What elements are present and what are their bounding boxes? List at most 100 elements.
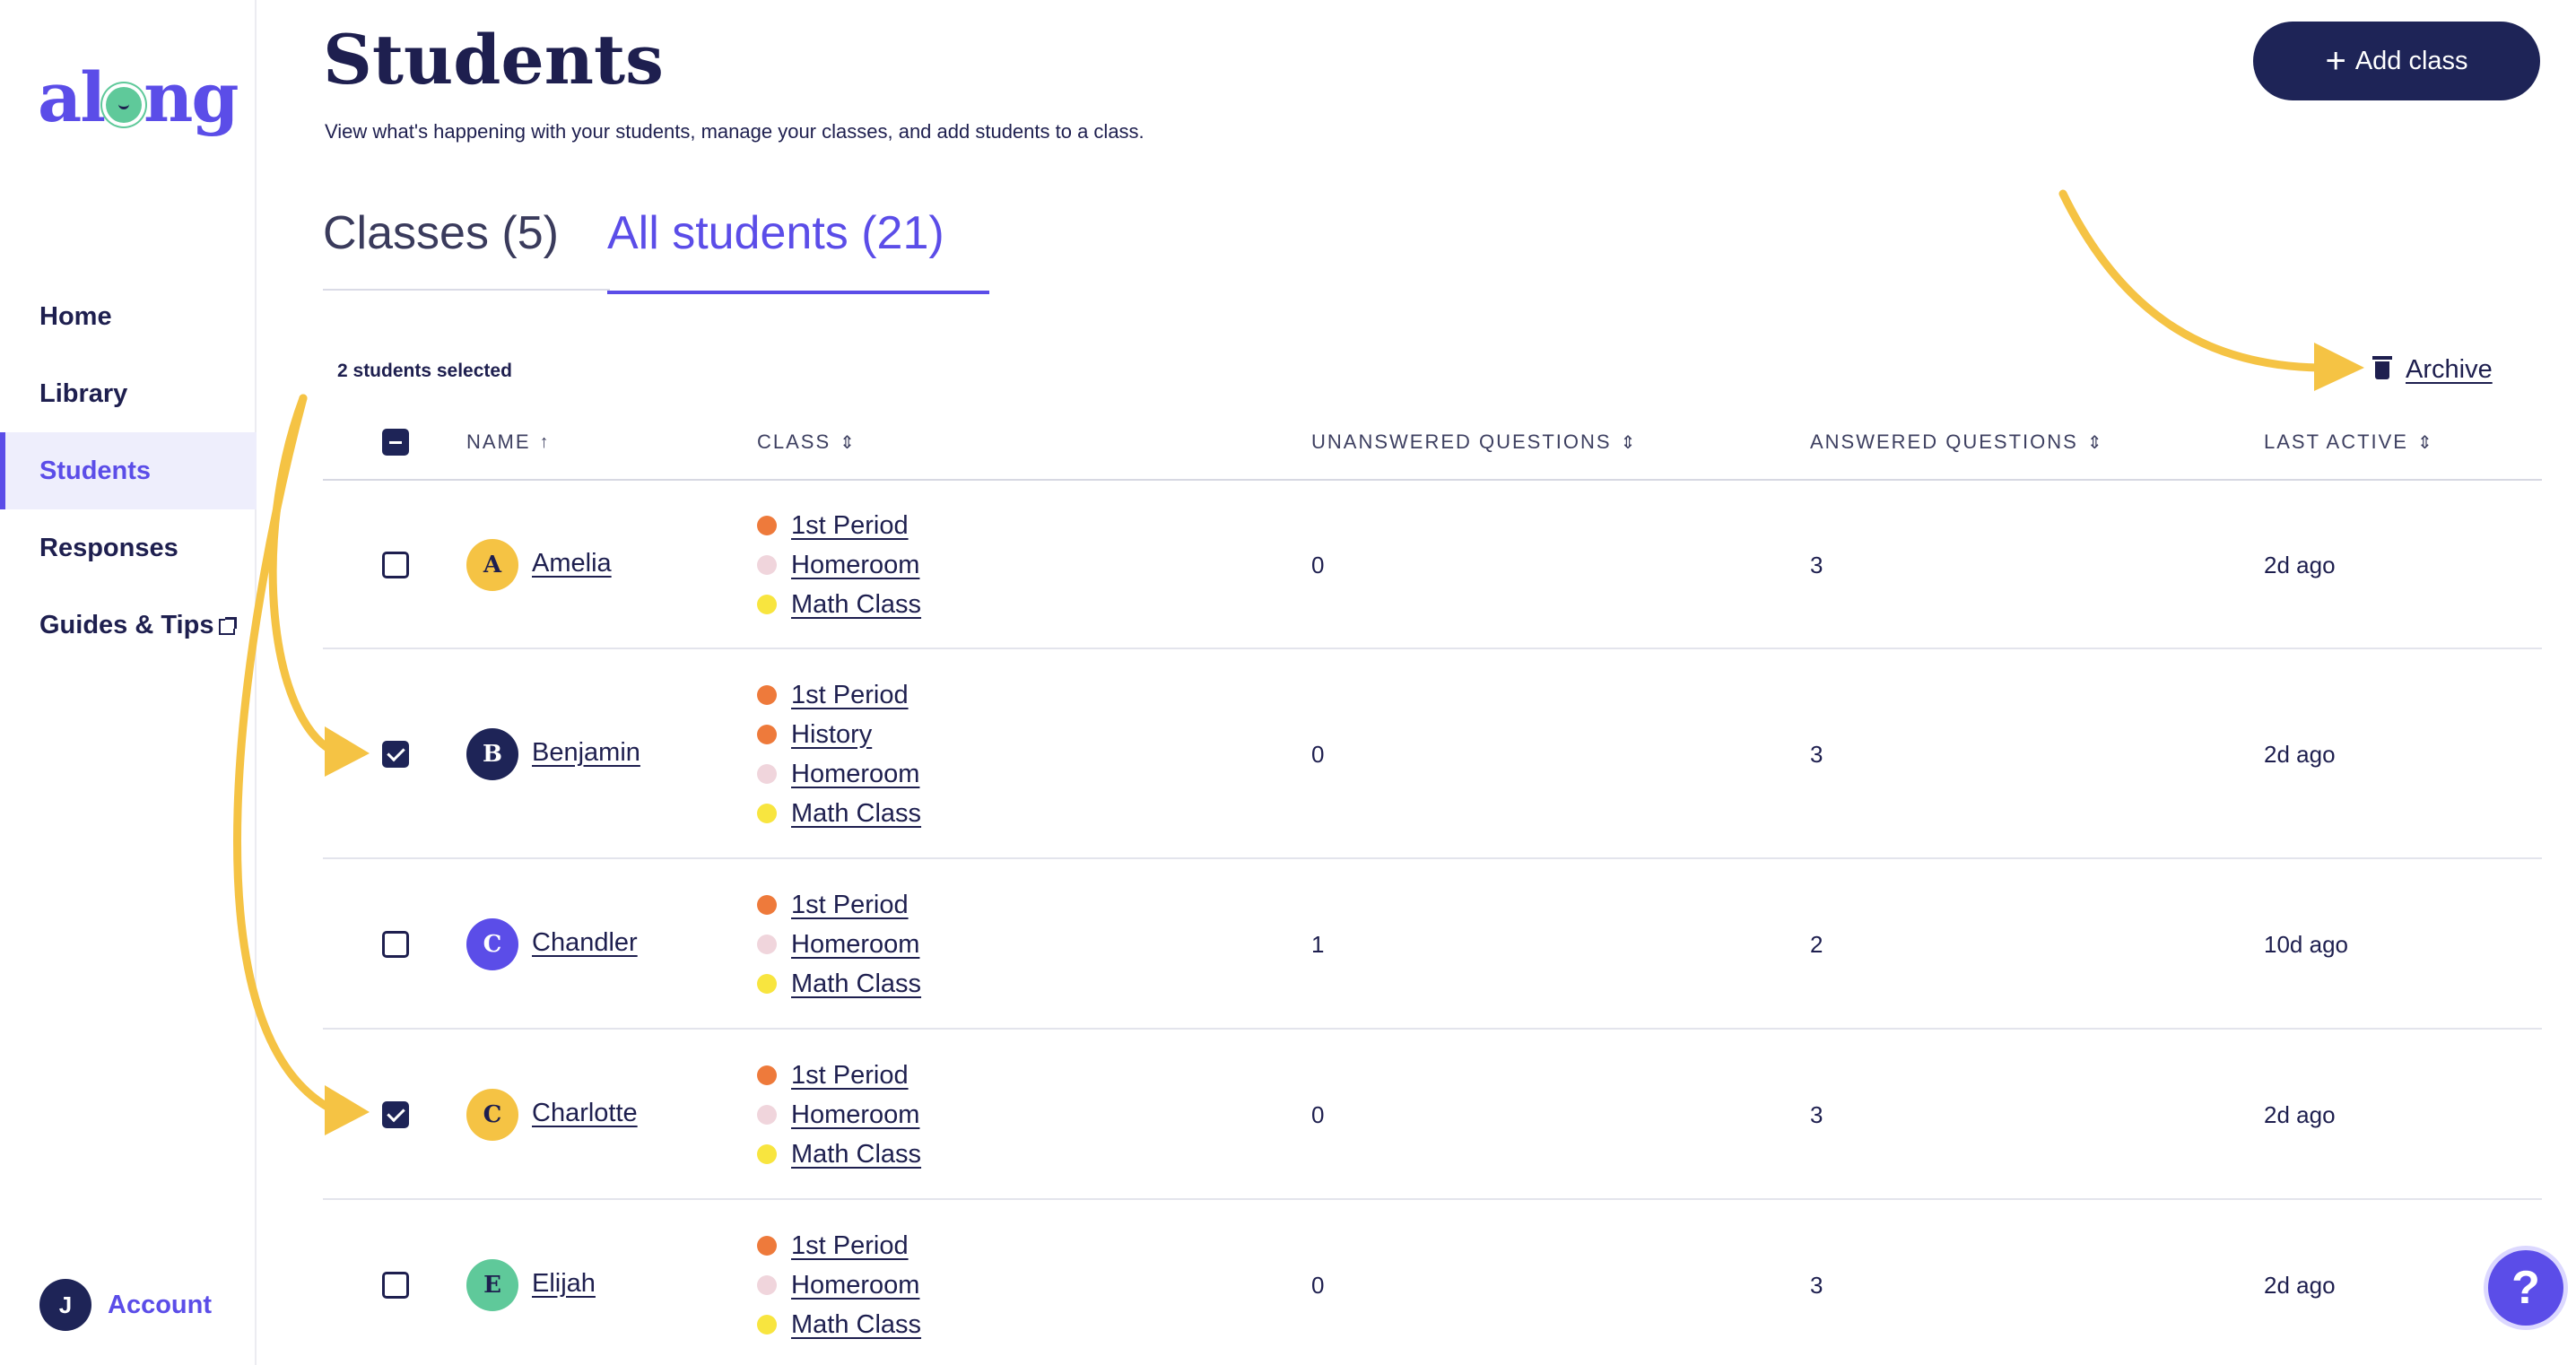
class-link[interactable]: 1st Period bbox=[791, 1231, 909, 1261]
student-avatar: E bbox=[466, 1259, 518, 1311]
class-color-dot-icon bbox=[757, 685, 777, 705]
class-link[interactable]: Math Class bbox=[791, 590, 921, 620]
class-link[interactable]: Homeroom bbox=[791, 1271, 919, 1300]
class-item: Math Class bbox=[757, 1305, 921, 1344]
nav-item-library[interactable]: Library bbox=[0, 355, 257, 432]
student-name-link[interactable]: Charlotte bbox=[532, 1099, 638, 1128]
class-color-dot-icon bbox=[757, 935, 777, 954]
class-link[interactable]: History bbox=[791, 720, 872, 750]
account-button[interactable]: J Account bbox=[39, 1279, 212, 1331]
along-logo[interactable]: al ng bbox=[38, 57, 239, 137]
class-item: 1st Period bbox=[757, 885, 921, 925]
class-link[interactable]: 1st Period bbox=[791, 511, 909, 541]
student-name-link[interactable]: Amelia bbox=[532, 549, 612, 578]
class-list: 1st Period History Homeroom Math Class bbox=[757, 675, 921, 833]
table-row[interactable]: C Chandler 1st Period Homeroom Math Class 1 2 1… bbox=[323, 859, 2542, 1030]
class-color-dot-icon bbox=[757, 1105, 777, 1125]
column-header-answered[interactable]: ANSWERED QUESTIONS ⇕ bbox=[1810, 430, 2104, 454]
column-header-name[interactable]: NAME ↑ bbox=[466, 430, 551, 454]
account-avatar: J bbox=[39, 1279, 91, 1331]
sort-icon: ⇕ bbox=[2416, 432, 2434, 453]
column-header-last-active[interactable]: LAST ACTIVE ⇕ bbox=[2264, 430, 2434, 454]
class-link[interactable]: 1st Period bbox=[791, 1061, 909, 1091]
logo-text-left: al bbox=[38, 57, 106, 137]
class-item: Math Class bbox=[757, 794, 921, 833]
row-checkbox[interactable] bbox=[382, 552, 409, 578]
class-link[interactable]: Homeroom bbox=[791, 930, 919, 960]
sort-icon: ⇕ bbox=[840, 432, 857, 453]
sidebar: al ng Home Library Students Responses Gu… bbox=[0, 0, 257, 1365]
student-name-link[interactable]: Elijah bbox=[532, 1269, 596, 1299]
class-color-dot-icon bbox=[757, 1065, 777, 1085]
add-class-button[interactable]: + Add class bbox=[2253, 22, 2540, 100]
row-checkbox[interactable] bbox=[382, 1272, 409, 1299]
class-color-dot-icon bbox=[757, 1275, 777, 1295]
class-link[interactable]: Math Class bbox=[791, 969, 921, 999]
class-link[interactable]: Homeroom bbox=[791, 1100, 919, 1130]
student-name-link[interactable]: Benjamin bbox=[532, 738, 640, 768]
table-row[interactable]: B Benjamin 1st Period History Homeroom Math C… bbox=[323, 649, 2542, 859]
class-link[interactable]: Homeroom bbox=[791, 760, 919, 789]
answered-count: 3 bbox=[1810, 1272, 1823, 1299]
row-checkbox[interactable] bbox=[382, 1101, 409, 1128]
column-header-unanswered[interactable]: UNANSWERED QUESTIONS ⇕ bbox=[1311, 430, 1637, 454]
class-color-dot-icon bbox=[757, 1236, 777, 1256]
page-subtitle: View what's happening with your students… bbox=[325, 120, 1144, 143]
class-color-dot-icon bbox=[757, 1144, 777, 1164]
class-color-dot-icon bbox=[757, 974, 777, 994]
class-color-dot-icon bbox=[757, 1315, 777, 1335]
column-label: NAME bbox=[466, 430, 531, 453]
main-nav: Home Library Students Responses Guides &… bbox=[0, 278, 257, 664]
column-label: LAST ACTIVE bbox=[2264, 430, 2408, 453]
last-active: 2d ago bbox=[2264, 1101, 2336, 1128]
select-all-checkbox[interactable] bbox=[382, 429, 409, 456]
class-item: 1st Period bbox=[757, 1056, 921, 1095]
nav-label: Responses bbox=[39, 533, 178, 562]
class-item: 1st Period bbox=[757, 506, 921, 545]
help-button[interactable]: ? bbox=[2488, 1250, 2563, 1326]
last-active: 2d ago bbox=[2264, 741, 2336, 768]
class-color-dot-icon bbox=[757, 725, 777, 744]
selected-count: 2 students selected bbox=[337, 361, 512, 381]
column-label: UNANSWERED QUESTIONS bbox=[1311, 430, 1612, 453]
class-item: Math Class bbox=[757, 964, 921, 1004]
class-item: 1st Period bbox=[757, 1226, 921, 1265]
class-item: Homeroom bbox=[757, 1095, 921, 1135]
class-item: Homeroom bbox=[757, 754, 921, 794]
class-link[interactable]: Math Class bbox=[791, 1310, 921, 1340]
class-item: Homeroom bbox=[757, 925, 921, 964]
class-item: Homeroom bbox=[757, 1265, 921, 1305]
class-color-dot-icon bbox=[757, 804, 777, 823]
table-row[interactable]: A Amelia 1st Period Homeroom Math Class 0 3 2d … bbox=[323, 481, 2542, 649]
nav-item-responses[interactable]: Responses bbox=[0, 509, 257, 587]
class-color-dot-icon bbox=[757, 555, 777, 575]
student-avatar: C bbox=[466, 918, 518, 970]
logo-text-right: ng bbox=[144, 57, 239, 137]
column-header-class[interactable]: CLASS ⇕ bbox=[757, 430, 857, 454]
tab-classes[interactable]: Classes (5) bbox=[323, 206, 559, 294]
class-link[interactable]: 1st Period bbox=[791, 681, 909, 710]
archive-label: Archive bbox=[2406, 355, 2493, 384]
tab-all-students[interactable]: All students (21) bbox=[606, 206, 989, 294]
class-link[interactable]: Math Class bbox=[791, 799, 921, 829]
class-color-dot-icon bbox=[757, 516, 777, 535]
table-row[interactable]: C Charlotte 1st Period Homeroom Math Class 0 3… bbox=[323, 1030, 2542, 1200]
table-row[interactable]: E Elijah 1st Period Homeroom Math Class 0 3 2d … bbox=[323, 1200, 2542, 1365]
class-link[interactable]: 1st Period bbox=[791, 891, 909, 920]
student-avatar: B bbox=[466, 728, 518, 780]
row-checkbox[interactable] bbox=[382, 931, 409, 958]
row-checkbox[interactable] bbox=[382, 741, 409, 768]
nav-item-home[interactable]: Home bbox=[0, 278, 257, 355]
class-list: 1st Period Homeroom Math Class bbox=[757, 506, 921, 624]
class-link[interactable]: Homeroom bbox=[791, 551, 919, 580]
unanswered-count: 0 bbox=[1311, 741, 1325, 768]
nav-item-students[interactable]: Students bbox=[0, 432, 257, 509]
last-active: 10d ago bbox=[2264, 931, 2348, 958]
nav-item-guides-tips[interactable]: Guides & Tips bbox=[0, 587, 257, 664]
student-name-link[interactable]: Chandler bbox=[532, 928, 638, 958]
archive-button[interactable]: Archive bbox=[2372, 355, 2493, 385]
class-link[interactable]: Math Class bbox=[791, 1140, 921, 1169]
column-label: CLASS bbox=[757, 430, 831, 453]
answered-count: 3 bbox=[1810, 741, 1823, 768]
arrow-to-archive bbox=[2058, 189, 2324, 372]
